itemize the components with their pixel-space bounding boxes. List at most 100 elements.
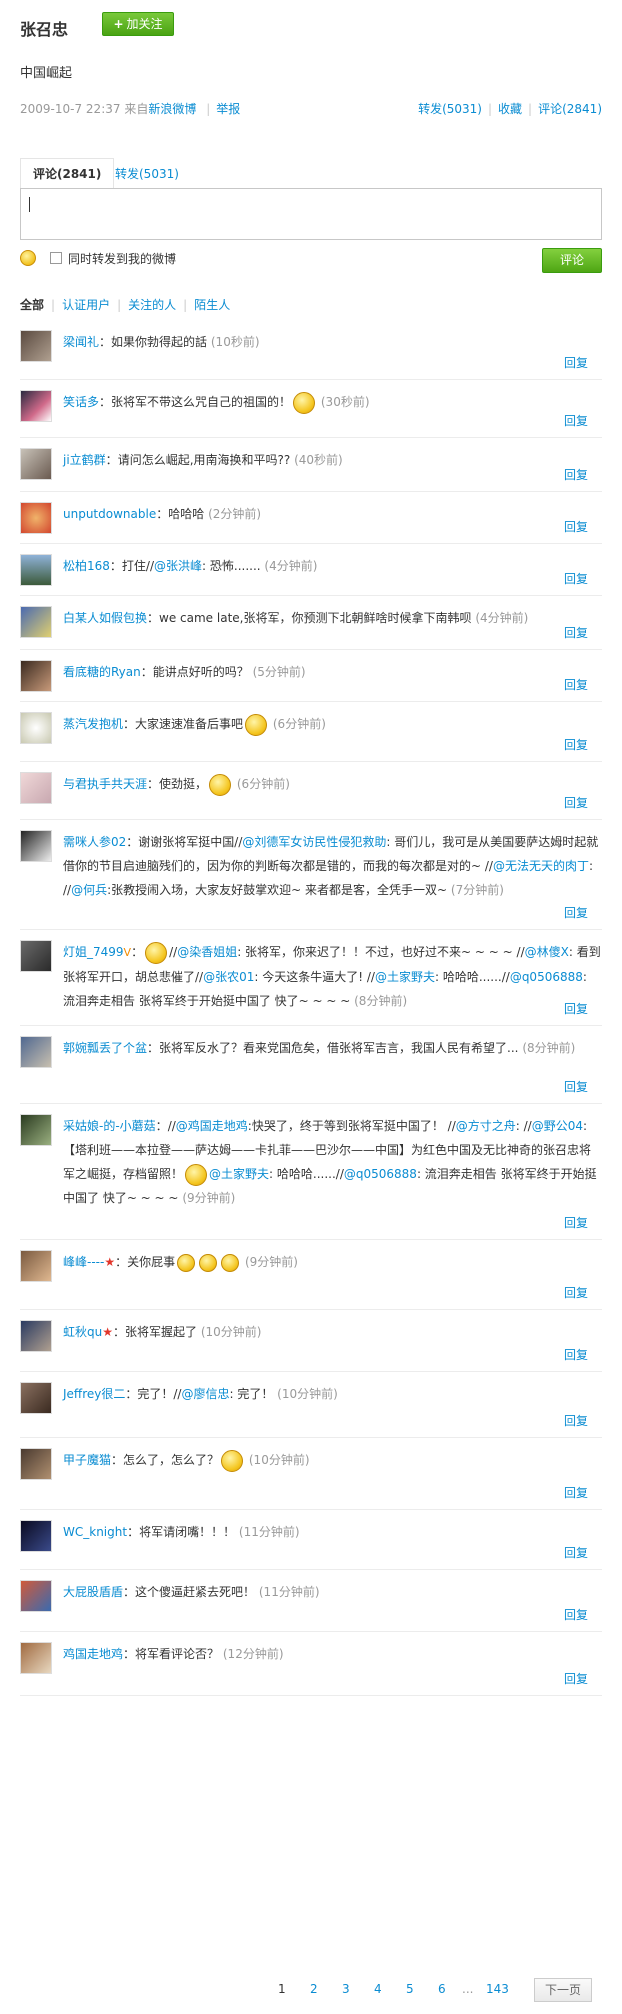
mention-link[interactable]: @鸡国走地鸡 [176,1119,248,1133]
comment-link[interactable]: 评论(2841) [538,102,602,116]
mention-link[interactable]: @林傻X [525,945,569,959]
mention-link[interactable]: @何兵 [71,883,107,897]
avatar[interactable] [20,1448,52,1480]
commenter-name[interactable]: 虹秋qu [63,1325,102,1339]
report-link[interactable]: 举报 [216,102,240,116]
avatar[interactable] [20,330,52,362]
next-page-button[interactable]: 下一页 [534,1978,592,2002]
reply-link[interactable]: 回复 [564,1670,588,1687]
commenter-name[interactable]: ji立鹤群 [63,453,106,467]
filter-strangers[interactable]: 陌生人 [194,298,230,312]
tab-forwards[interactable]: 转发(5031) [115,165,179,182]
commenter-name[interactable]: WC_knight [63,1525,127,1539]
avatar[interactable] [20,1036,52,1068]
avatar[interactable] [20,712,52,744]
commenter-name[interactable]: 白某人如假包换 [63,611,147,625]
avatar[interactable] [20,1580,52,1612]
avatar[interactable] [20,606,52,638]
commenter-name[interactable]: 看底糖的Ryan [63,665,141,679]
also-forward-checkbox[interactable] [50,252,62,264]
commenter-name[interactable]: 鸡国走地鸡 [63,1647,123,1661]
commenter-name[interactable]: 笑话多 [63,395,99,409]
reply-link[interactable]: 回复 [564,466,588,483]
page-2[interactable]: 2 [310,1982,318,1996]
mention-link[interactable]: @q0506888 [344,1167,417,1181]
reply-link[interactable]: 回复 [564,1346,588,1363]
forward-link[interactable]: 转发(5031) [418,102,482,116]
tab-comments[interactable]: 评论(2841) [20,158,115,190]
filter-all[interactable]: 全部 [20,298,44,312]
reply-link[interactable]: 回复 [564,1284,588,1301]
avatar[interactable] [20,1642,52,1674]
avatar[interactable] [20,502,52,534]
mention-link[interactable]: @染香姐姐 [177,945,237,959]
page-4[interactable]: 4 [374,1982,382,1996]
page-3[interactable]: 3 [342,1982,350,1996]
mention-link[interactable]: @方寸之舟 [456,1119,516,1133]
reply-link[interactable]: 回复 [564,1484,588,1501]
avatar[interactable] [20,390,52,422]
mention-link[interactable]: @无法无天的肉丁 [493,859,589,873]
commenter-name[interactable]: 峰峰---- [63,1255,104,1269]
reply-link[interactable]: 回复 [564,794,588,811]
crying-emoticon-icon [245,713,268,736]
reply-link[interactable]: 回复 [564,1078,588,1095]
filter-verified[interactable]: 认证用户 [62,298,110,312]
commenter-name[interactable]: 灯姐_7499 [63,945,124,959]
reply-link[interactable]: 回复 [564,570,588,587]
reply-link[interactable]: 回复 [564,1000,588,1017]
avatar[interactable] [20,772,52,804]
avatar[interactable] [20,448,52,480]
comment-submit-button[interactable]: 评论 [542,248,602,273]
avatar[interactable] [20,1382,52,1414]
page-5[interactable]: 5 [406,1982,414,1996]
reply-link[interactable]: 回复 [564,676,588,693]
reply-link[interactable]: 回复 [564,1606,588,1623]
commenter-name[interactable]: 松柏168 [63,559,110,573]
avatar[interactable] [20,1320,52,1352]
mention-link[interactable]: @土家野夫 [375,970,435,984]
smiley-icon[interactable] [20,250,36,266]
reply-link[interactable]: 回复 [564,518,588,535]
reply-link[interactable]: 回复 [564,1214,588,1231]
avatar[interactable] [20,830,52,862]
mention-link[interactable]: @刘德军女访民性侵犯救助 [242,835,386,849]
mention-link[interactable]: @野公04 [532,1119,583,1133]
reply-link[interactable]: 回复 [564,1412,588,1429]
commenter-name[interactable]: 需咪人参02 [63,835,126,849]
avatar[interactable] [20,660,52,692]
mention-link[interactable]: @张洪峰 [154,559,202,573]
avatar[interactable] [20,1520,52,1552]
avatar[interactable] [20,1114,52,1146]
reply-link[interactable]: 回复 [564,412,588,429]
reply-link[interactable]: 回复 [564,736,588,753]
page-last[interactable]: 143 [486,1982,509,1996]
avatar[interactable] [20,940,52,972]
filter-following[interactable]: 关注的人 [128,298,176,312]
reply-link[interactable]: 回复 [564,904,588,921]
favorite-link[interactable]: 收藏 [498,102,522,116]
reply-link[interactable]: 回复 [564,354,588,371]
avatar[interactable] [20,554,52,586]
mention-link[interactable]: @张农01 [203,970,254,984]
commenter-name[interactable]: 与君执手共天涯 [63,777,147,791]
reply-link[interactable]: 回复 [564,1544,588,1561]
author-name[interactable]: 张召忠 [20,16,68,40]
commenter-name[interactable]: unputdownable [63,507,156,521]
commenter-name[interactable]: Jeffrey很二 [63,1387,125,1401]
commenter-name[interactable]: 采姑娘-的-小蘑菇 [63,1119,156,1133]
commenter-name[interactable]: 蒸汽发抱机 [63,717,123,731]
commenter-name[interactable]: 梁闻礼 [63,335,99,349]
page-6[interactable]: 6 [438,1982,446,1996]
commenter-name[interactable]: 甲子魔猫 [63,1453,111,1467]
avatar[interactable] [20,1250,52,1282]
commenter-name[interactable]: 郭婉瓢丢了个盆 [63,1041,147,1055]
comment-input[interactable] [20,188,602,240]
mention-link[interactable]: @廖信忠 [181,1387,229,1401]
mention-link[interactable]: @土家野夫 [209,1167,269,1181]
commenter-name[interactable]: 大屁股盾盾 [63,1585,123,1599]
reply-link[interactable]: 回复 [564,624,588,641]
source-link[interactable]: 新浪微博 [148,102,196,116]
mention-link[interactable]: @q0506888 [510,970,583,984]
follow-button[interactable]: + 加关注 [102,12,174,36]
